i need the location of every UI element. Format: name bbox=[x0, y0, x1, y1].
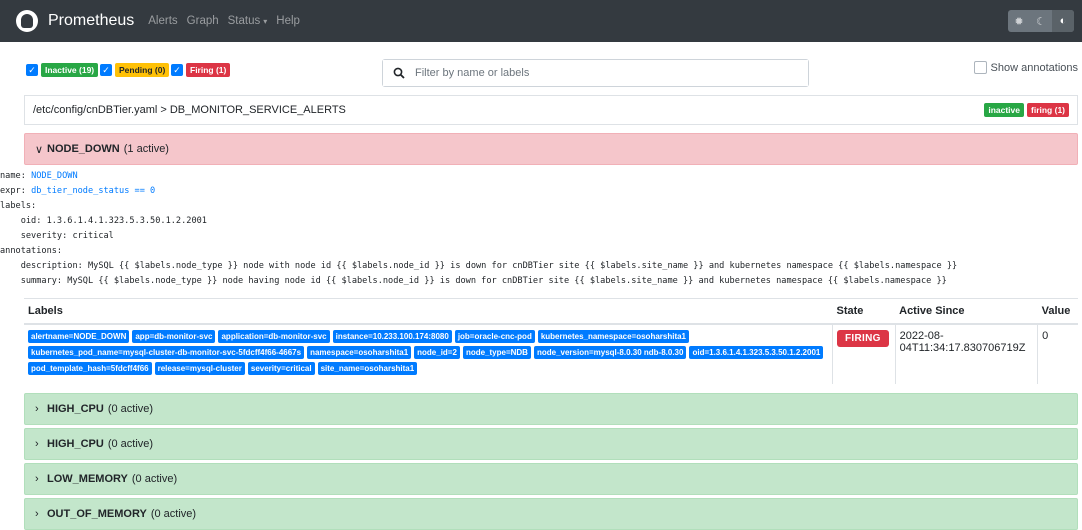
rule-name: HIGH_CPU bbox=[47, 403, 104, 415]
half-circle-icon[interactable]: ◐ bbox=[1052, 10, 1074, 32]
col-header-state: State bbox=[832, 298, 896, 325]
chevron-right-icon: › bbox=[35, 473, 39, 485]
rule-active-count: (0 active) bbox=[107, 403, 154, 415]
table-row: alertname=NODE_DOWN app=db-monitor-svc app… bbox=[24, 323, 1078, 384]
search-input[interactable] bbox=[415, 60, 808, 86]
label-badge: application=db-monitor-svc bbox=[218, 329, 330, 343]
top-navbar: Prometheus Alerts Graph Status ▾ Help ✹ ☾… bbox=[0, 0, 1082, 42]
active-since-date: 2022-08- bbox=[899, 329, 944, 342]
rule-file-path: /etc/config/cnDBTier.yaml > DB_MONITOR_S… bbox=[33, 104, 346, 116]
label-badge: severity=critical bbox=[247, 361, 315, 375]
nav-link-alerts[interactable]: Alerts bbox=[148, 15, 177, 27]
def-expr-link[interactable]: db_tier_node_status == 0 bbox=[31, 186, 155, 196]
nav-link-help[interactable]: Help bbox=[276, 15, 300, 27]
label-badge: job=oracle-cnc-pod bbox=[454, 329, 535, 343]
chevron-right-icon: › bbox=[35, 508, 39, 520]
inactive-filter[interactable]: ✓ Inactive (19) bbox=[26, 63, 99, 77]
rule-header-low-memory[interactable]: › LOW_MEMORY (0 active) bbox=[24, 463, 1078, 495]
def-expr-key: expr: bbox=[0, 186, 26, 196]
search-box bbox=[382, 59, 809, 87]
table-header-row: Labels State Active Since Value bbox=[24, 298, 1078, 325]
moon-icon[interactable]: ☾ bbox=[1030, 10, 1052, 32]
def-name-link[interactable]: NODE_DOWN bbox=[31, 171, 78, 181]
rule-name: NODE_DOWN bbox=[47, 143, 120, 155]
def-oid: oid: 1.3.6.1.4.1.323.5.3.50.1.2.2001 bbox=[10, 216, 207, 226]
pending-badge: Pending (0) bbox=[115, 63, 170, 77]
chevron-right-icon: › bbox=[35, 403, 39, 415]
rule-name: OUT_OF_MEMORY bbox=[47, 508, 147, 520]
rule-header-high-cpu[interactable]: › HIGH_CPU (0 active) bbox=[24, 428, 1078, 460]
prometheus-logo-icon[interactable] bbox=[16, 10, 38, 32]
rule-name: LOW_MEMORY bbox=[47, 473, 128, 485]
checkbox-unchecked-icon[interactable] bbox=[973, 61, 987, 74]
alert-labels: alertname=NODE_DOWN app=db-monitor-svc app… bbox=[28, 329, 828, 375]
brand-title[interactable]: Prometheus bbox=[48, 12, 134, 30]
rule-active-count: (0 active) bbox=[131, 473, 178, 485]
firing-filter[interactable]: ✓ Firing (1) bbox=[171, 63, 231, 77]
labels-cell: alertname=NODE_DOWN app=db-monitor-svc app… bbox=[24, 324, 833, 384]
chevron-down-icon: ▾ bbox=[263, 16, 268, 26]
chevron-right-icon: › bbox=[35, 438, 39, 450]
checkbox-checked-icon[interactable]: ✓ bbox=[26, 64, 38, 76]
col-header-active-since: Active Since bbox=[895, 298, 1038, 325]
rule-header-high-cpu[interactable]: › HIGH_CPU (0 active) bbox=[24, 393, 1078, 425]
label-badge: node_type=NDB bbox=[462, 345, 531, 359]
def-labels-key: labels: bbox=[0, 201, 37, 211]
alerts-table: Labels State Active Since Value alertnam… bbox=[24, 298, 1078, 384]
label-badge: instance=10.233.100.174:8080 bbox=[332, 329, 452, 343]
def-summary: summary: MySQL {{ $labels.node_type }} n… bbox=[10, 276, 947, 286]
nav-link-status-label: Status bbox=[227, 15, 261, 27]
rule-header-node-down[interactable]: ∨ NODE_DOWN (1 active) bbox=[24, 133, 1078, 165]
label-badge: app=db-monitor-svc bbox=[132, 329, 216, 343]
pending-filter[interactable]: ✓ Pending (0) bbox=[100, 63, 170, 77]
label-badge: site_name=osoharshita1 bbox=[317, 361, 418, 375]
inactive-status-badge: inactive bbox=[984, 103, 1024, 117]
def-description: description: MySQL {{ $labels.node_type … bbox=[10, 261, 958, 271]
col-header-value: Value bbox=[1037, 298, 1078, 325]
file-status-badges: inactive firing (1) bbox=[984, 103, 1069, 117]
firing-status-badge: firing (1) bbox=[1027, 103, 1069, 117]
sun-icon[interactable]: ✹ bbox=[1008, 10, 1030, 32]
checkbox-checked-icon[interactable]: ✓ bbox=[100, 64, 112, 76]
search-icon bbox=[383, 60, 415, 86]
col-header-labels: Labels bbox=[24, 298, 833, 325]
filter-row: ✓ Inactive (19) ✓ Pending (0) ✓ Firing (… bbox=[26, 59, 1078, 87]
label-badge: kubernetes_namespace=osoharshita1 bbox=[537, 329, 690, 343]
active-since-cell: 2022-08- 04T11:34:17.830706719Z bbox=[894, 323, 1038, 384]
def-severity: severity: critical bbox=[10, 231, 114, 241]
show-annotations-toggle[interactable]: Show annotations bbox=[973, 61, 1078, 74]
theme-toggle-group: ✹ ☾ ◐ bbox=[1008, 10, 1074, 32]
rule-header-out-of-memory[interactable]: › OUT_OF_MEMORY (0 active) bbox=[24, 498, 1078, 530]
checkbox-checked-icon[interactable]: ✓ bbox=[171, 64, 183, 76]
active-since-time: 04T11:34:17.830706719Z bbox=[899, 341, 1026, 354]
firing-badge: Firing (1) bbox=[186, 63, 231, 77]
rule-file-header: /etc/config/cnDBTier.yaml > DB_MONITOR_S… bbox=[24, 95, 1078, 125]
label-badge: release=mysql-cluster bbox=[154, 361, 245, 375]
chevron-down-icon: ∨ bbox=[35, 143, 44, 156]
label-badge: alertname=NODE_DOWN bbox=[28, 329, 130, 343]
def-name-key: name: bbox=[0, 171, 26, 181]
nav-link-graph[interactable]: Graph bbox=[187, 15, 219, 27]
label-badge: node_version=mysql-8.0.30 ndb-8.0.30 bbox=[533, 345, 687, 359]
rule-name: HIGH_CPU bbox=[47, 438, 104, 450]
label-badge: kubernetes_pod_name=mysql-cluster-db-mon… bbox=[28, 345, 305, 359]
rule-active-count: (0 active) bbox=[107, 438, 154, 450]
rule-active-count: (1 active) bbox=[123, 143, 169, 155]
firing-state-badge: FIRING bbox=[837, 329, 889, 347]
value-cell: 0 bbox=[1037, 323, 1078, 384]
inactive-badge: Inactive (19) bbox=[41, 63, 99, 77]
show-annotations-label: Show annotations bbox=[990, 61, 1078, 74]
rule-definition: name: NODE_DOWN expr: db_tier_node_statu… bbox=[0, 169, 957, 289]
label-badge: pod_template_hash=5fdcff4f66 bbox=[28, 361, 152, 375]
label-badge: oid=1.3.6.1.4.1.323.5.3.50.1.2.2001 bbox=[689, 345, 824, 359]
nav-link-status[interactable]: Status ▾ bbox=[228, 15, 268, 27]
state-cell: FIRING bbox=[832, 323, 896, 384]
label-badge: namespace=osoharshita1 bbox=[307, 345, 412, 359]
rule-active-count: (0 active) bbox=[150, 508, 197, 520]
label-badge: node_id=2 bbox=[414, 345, 460, 359]
def-annotations-key: annotations: bbox=[0, 246, 63, 256]
